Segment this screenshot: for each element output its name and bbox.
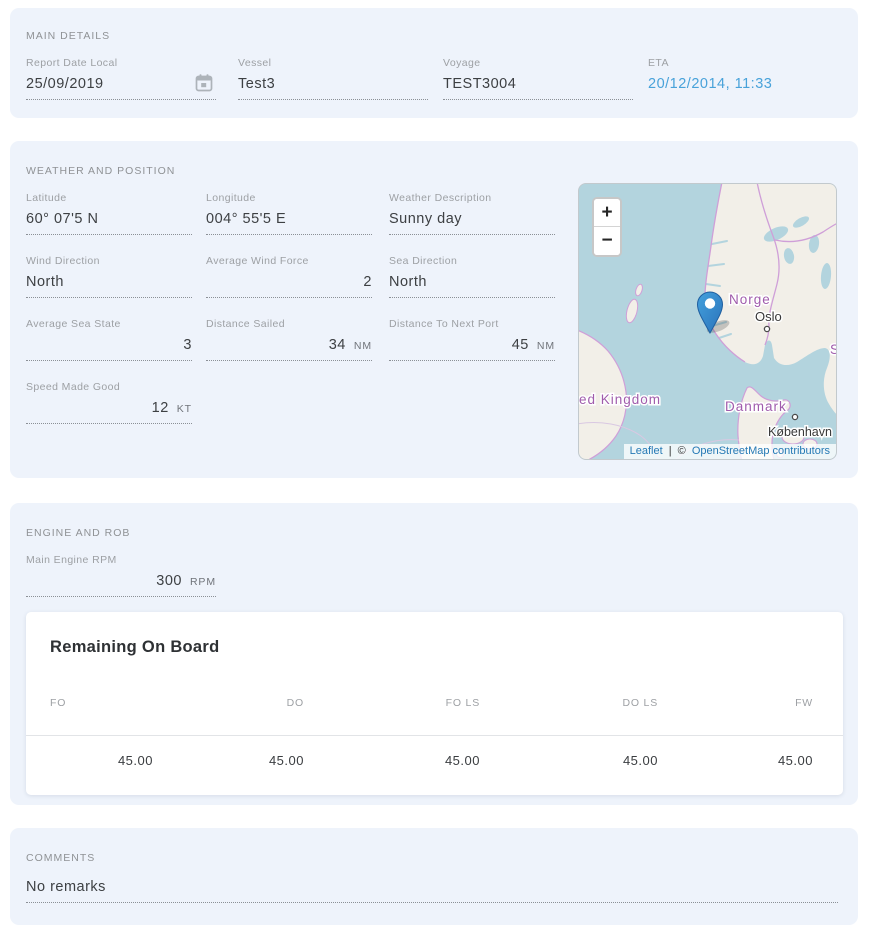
- report-date-field: Report Date Local 25/09/2019: [26, 57, 216, 100]
- comments-section-title: COMMENTS: [26, 852, 838, 864]
- attribution-copyright: ©: [678, 445, 686, 457]
- rob-col-fw: FW: [658, 697, 813, 709]
- rob-value-fols[interactable]: 45.00: [304, 753, 480, 768]
- map-attribution: Leaflet | © OpenStreetMap contributors: [624, 444, 836, 459]
- report-date-input[interactable]: 25/09/2019: [26, 76, 216, 100]
- map-zoom-control: + −: [592, 197, 622, 257]
- calendar-icon[interactable]: [194, 73, 214, 93]
- weather-fields: Latitude 60° 07'5 N Longitude 004° 55'5 …: [26, 192, 581, 424]
- rob-col-do: DO: [153, 697, 304, 709]
- main-engine-rpm-field: Main Engine RPM 300 RPM: [26, 554, 216, 597]
- map-label-united-kingdom: ed Kingdom: [579, 392, 661, 407]
- distance-sailed-value: 34: [329, 337, 346, 353]
- comments-section: COMMENTS No remarks: [10, 828, 858, 925]
- longitude-input[interactable]: 004° 55'5 E: [206, 211, 372, 235]
- voyage-field: Voyage TEST3004: [443, 57, 633, 100]
- sea-direction-input[interactable]: North: [389, 274, 555, 298]
- vessel-field: Vessel Test3: [238, 57, 428, 100]
- main-engine-rpm-label: Main Engine RPM: [26, 554, 216, 566]
- map-label-norge: Norge: [729, 292, 771, 307]
- main-details-title: MAIN DETAILS: [26, 30, 838, 42]
- latitude-input[interactable]: 60° 07'5 N: [26, 211, 192, 235]
- distance-next-port-label: Distance To Next Port: [389, 318, 555, 330]
- rob-table-header: FO DO FO LS DO LS FW: [26, 697, 843, 735]
- speed-made-good-input[interactable]: 12 KT: [26, 400, 192, 424]
- distance-sailed-label: Distance Sailed: [206, 318, 372, 330]
- rob-value-do[interactable]: 45.00: [153, 753, 304, 768]
- eta-value[interactable]: 20/12/2014, 11:33: [648, 76, 838, 99]
- rob-value-fw[interactable]: 45.00: [658, 753, 813, 768]
- map-label-danmark: Danmark: [725, 399, 787, 414]
- map-label-kobenhavn: København: [768, 425, 832, 439]
- rob-value-fo[interactable]: 45.00: [50, 753, 153, 768]
- distance-sailed-field: Distance Sailed 34 NM: [206, 318, 372, 361]
- remaining-on-board-card: Remaining On Board FO DO FO LS DO LS FW …: [26, 612, 843, 795]
- speed-made-good-label: Speed Made Good: [26, 381, 192, 393]
- kobenhavn-city-icon: [792, 414, 797, 419]
- position-map[interactable]: Norge Oslo Danmark København ed Kingdom …: [578, 183, 837, 460]
- rob-table-row: 45.00 45.00 45.00 45.00 45.00: [26, 736, 843, 768]
- wind-direction-input[interactable]: North: [26, 274, 192, 298]
- main-engine-rpm-unit: RPM: [190, 576, 216, 588]
- main-engine-rpm-value: 300: [156, 573, 182, 589]
- oslo-city-icon: [764, 326, 769, 331]
- main-details-fields: Report Date Local 25/09/2019 Vessel Test…: [26, 57, 838, 100]
- sea-direction-label: Sea Direction: [389, 255, 555, 267]
- wind-force-label: Average Wind Force: [206, 255, 372, 267]
- vessel-label: Vessel: [238, 57, 428, 69]
- distance-sailed-unit: NM: [354, 340, 372, 352]
- eta-label: ETA: [648, 57, 838, 69]
- speed-made-good-value: 12: [152, 400, 169, 416]
- wind-direction-field: Wind Direction North: [26, 255, 192, 298]
- voyage-label: Voyage: [443, 57, 633, 69]
- rob-title: Remaining On Board: [26, 638, 843, 657]
- map-zoom-out-button[interactable]: −: [594, 227, 620, 255]
- weather-description-label: Weather Description: [389, 192, 555, 204]
- voyage-input[interactable]: TEST3004: [443, 76, 633, 100]
- comments-input[interactable]: No remarks: [26, 879, 838, 903]
- rob-value-dols[interactable]: 45.00: [480, 753, 658, 768]
- sea-direction-field: Sea Direction North: [389, 255, 555, 298]
- weather-description-field: Weather Description Sunny day: [389, 192, 555, 235]
- map-label-sverige: S: [830, 342, 837, 357]
- distance-next-port-input[interactable]: 45 NM: [389, 337, 555, 361]
- longitude-label: Longitude: [206, 192, 372, 204]
- distance-next-port-field: Distance To Next Port 45 NM: [389, 318, 555, 361]
- engine-section-title: ENGINE AND ROB: [26, 527, 838, 539]
- leaflet-link[interactable]: Leaflet: [630, 445, 663, 457]
- latitude-field: Latitude 60° 07'5 N: [26, 192, 192, 235]
- sea-state-field: Average Sea State 3: [26, 318, 192, 361]
- wind-force-value: 2: [363, 274, 372, 290]
- distance-next-port-unit: NM: [537, 340, 555, 352]
- wind-force-field: Average Wind Force 2: [206, 255, 372, 298]
- latitude-label: Latitude: [26, 192, 192, 204]
- wind-force-input[interactable]: 2: [206, 274, 372, 298]
- vessel-input[interactable]: Test3: [238, 76, 428, 100]
- longitude-field: Longitude 004° 55'5 E: [206, 192, 372, 235]
- comments-field: No remarks: [26, 879, 838, 903]
- osm-link[interactable]: OpenStreetMap contributors: [692, 445, 830, 457]
- map-label-oslo: Oslo: [755, 309, 782, 324]
- speed-made-good-field: Speed Made Good 12 KT: [26, 381, 192, 424]
- weather-description-input[interactable]: Sunny day: [389, 211, 555, 235]
- sea-state-input[interactable]: 3: [26, 337, 192, 361]
- report-date-label: Report Date Local: [26, 57, 216, 69]
- main-details-section: MAIN DETAILS Report Date Local 25/09/201…: [10, 8, 858, 118]
- wind-direction-label: Wind Direction: [26, 255, 192, 267]
- engine-rob-section: ENGINE AND ROB Main Engine RPM 300 RPM R…: [10, 503, 858, 805]
- main-engine-rpm-input[interactable]: 300 RPM: [26, 573, 216, 597]
- rob-col-fo: FO: [50, 697, 153, 709]
- weather-position-section: WEATHER AND POSITION Latitude 60° 07'5 N…: [10, 141, 858, 478]
- weather-section-title: WEATHER AND POSITION: [26, 165, 838, 177]
- rob-col-fols: FO LS: [304, 697, 480, 709]
- map-zoom-in-button[interactable]: +: [594, 199, 620, 227]
- sea-state-value: 3: [183, 337, 192, 353]
- attribution-separator: |: [669, 445, 672, 457]
- eta-field: ETA 20/12/2014, 11:33: [648, 57, 838, 100]
- distance-sailed-input[interactable]: 34 NM: [206, 337, 372, 361]
- rob-col-dols: DO LS: [480, 697, 658, 709]
- sea-state-label: Average Sea State: [26, 318, 192, 330]
- speed-made-good-unit: KT: [177, 403, 192, 415]
- distance-next-port-value: 45: [512, 337, 529, 353]
